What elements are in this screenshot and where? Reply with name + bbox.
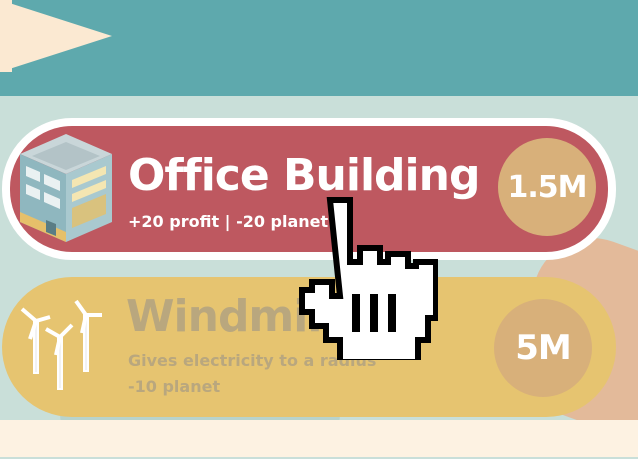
price-badge[interactable]: 5M [494, 299, 592, 397]
price-badge[interactable]: 1.5M [498, 138, 596, 236]
hand-pointer-icon [299, 197, 438, 360]
bottom-panel [0, 420, 638, 457]
back-arrow[interactable] [0, 0, 112, 72]
windmill-icon [20, 299, 102, 390]
item-planet-impact: -10 planet [128, 377, 221, 396]
office-building-icon [20, 134, 112, 242]
